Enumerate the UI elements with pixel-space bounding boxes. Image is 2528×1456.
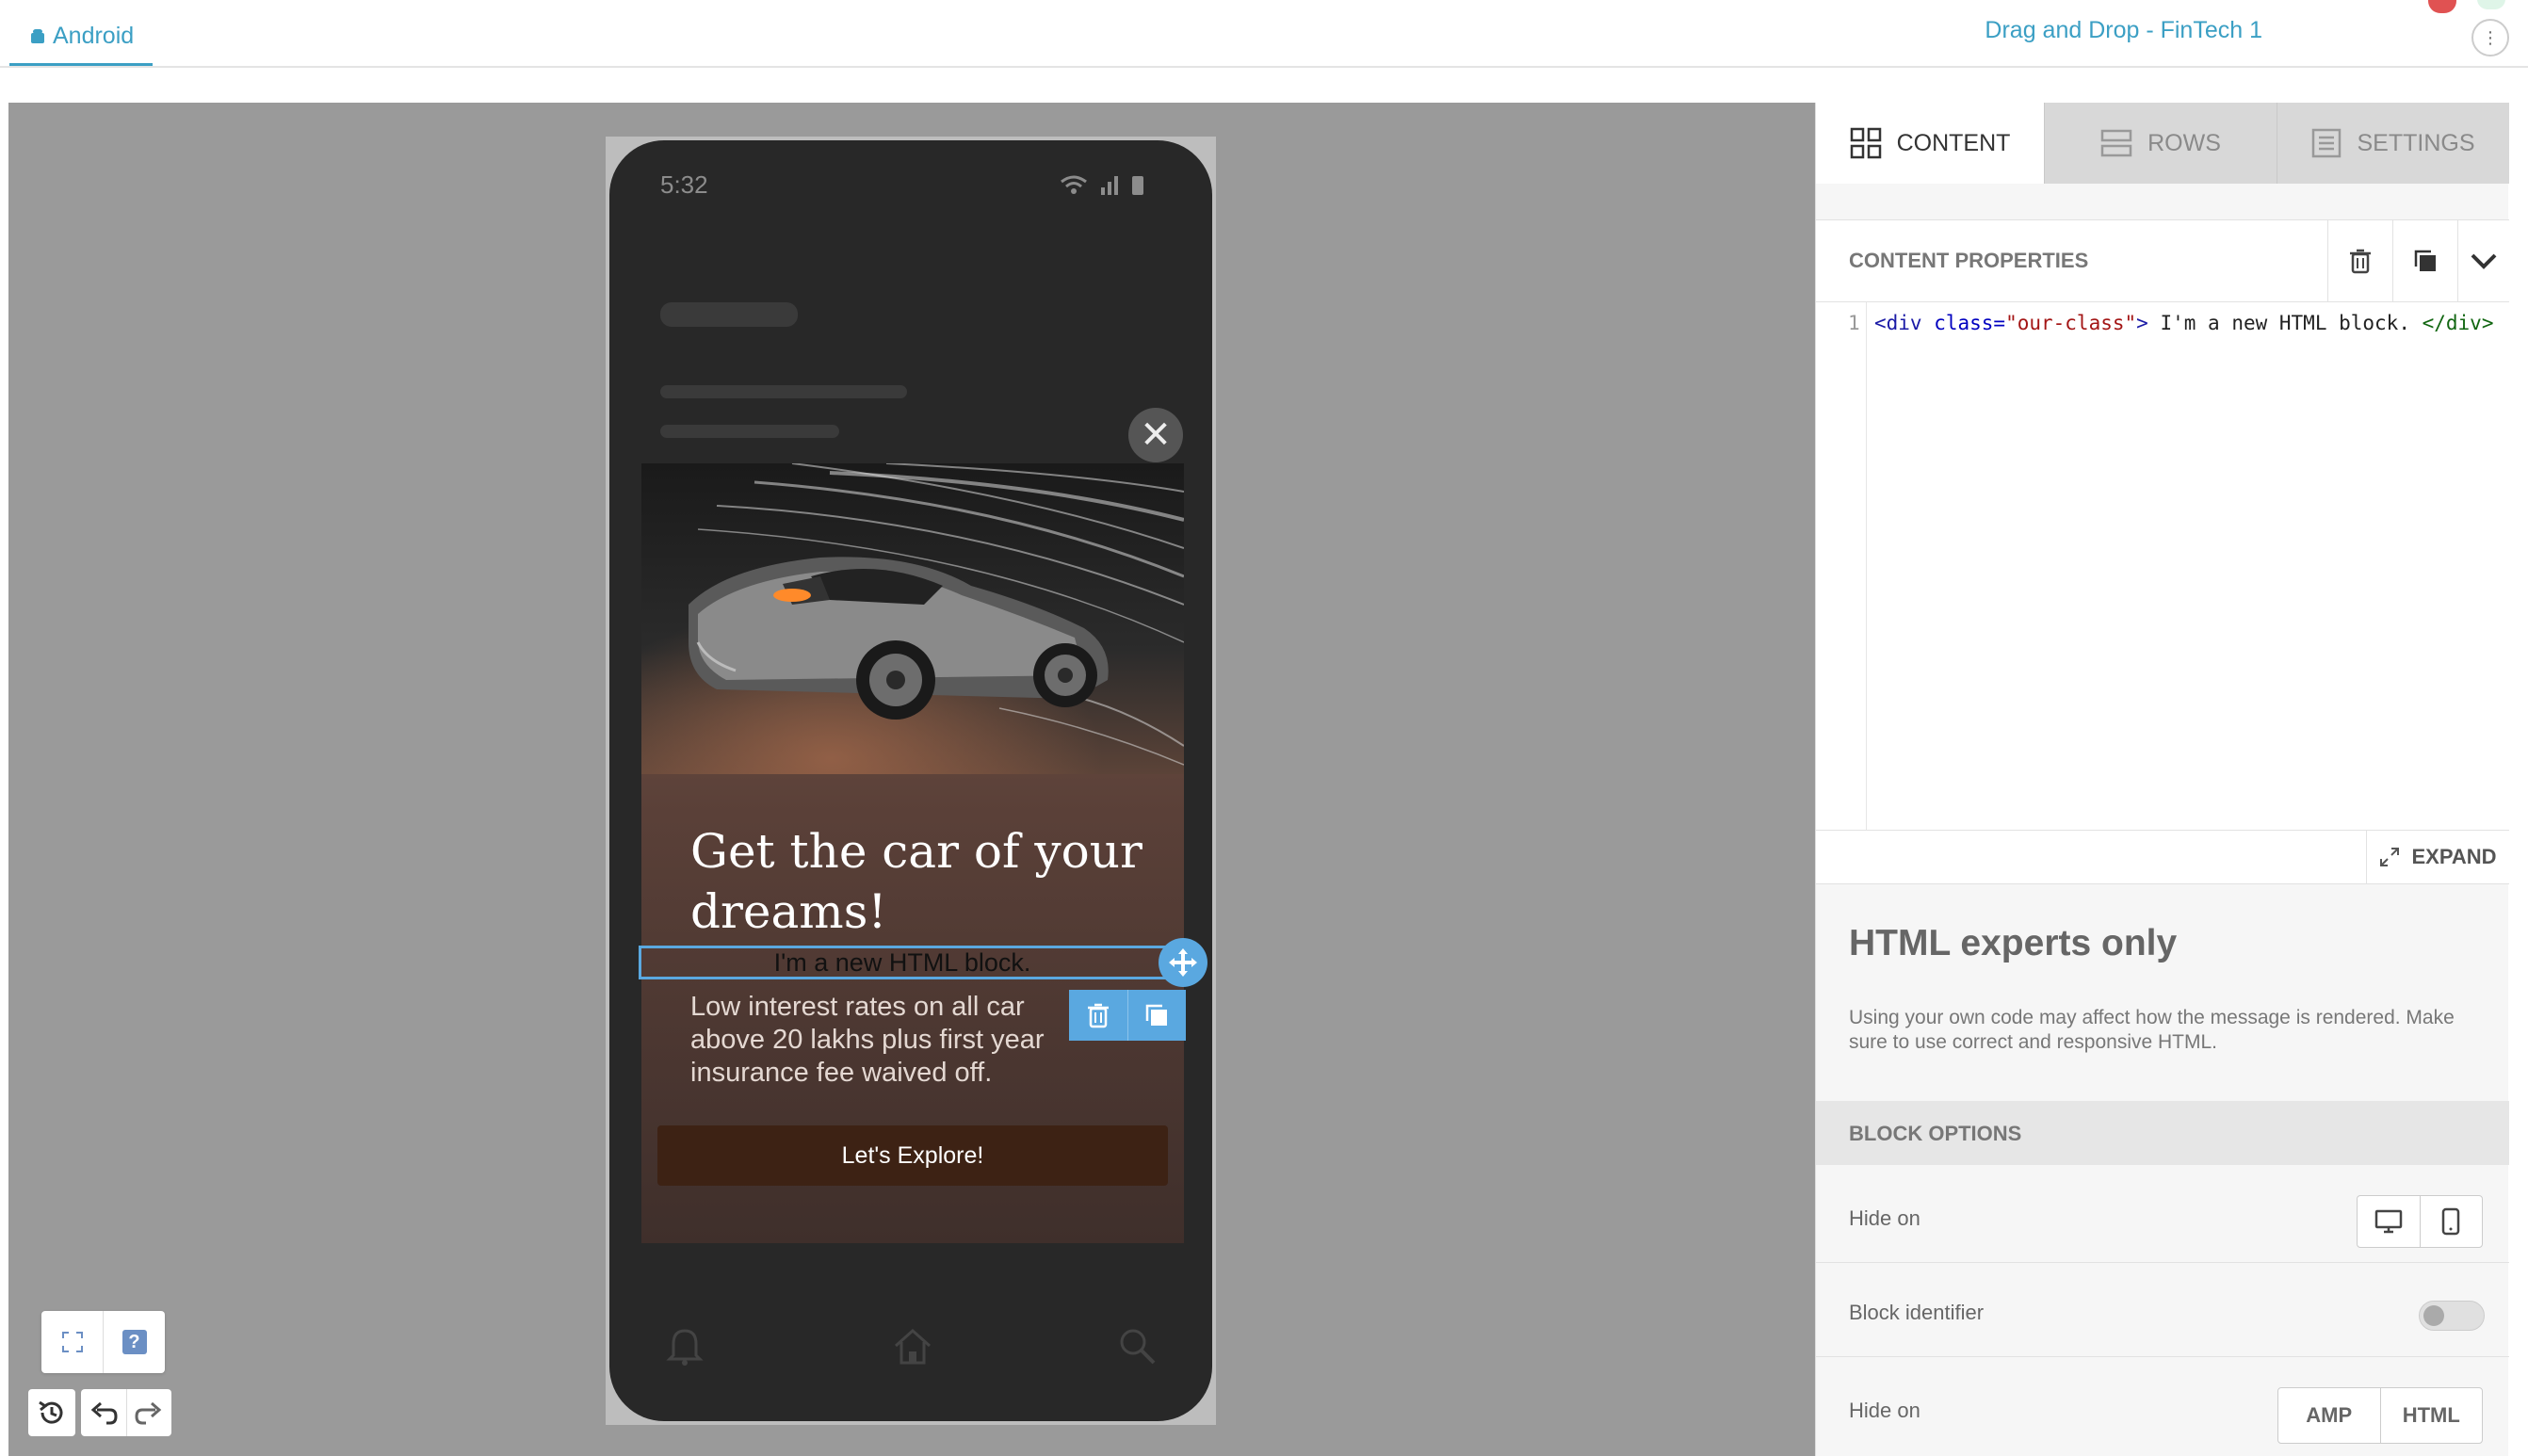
hide-on-format-label: Hide on [1849,1399,1920,1422]
redo-icon [135,1400,163,1425]
hide-on-mobile-button[interactable] [2419,1196,2483,1247]
warning-title: HTML experts only [1849,923,2178,963]
home-icon [892,1325,933,1367]
help-button[interactable]: ? [103,1311,165,1373]
top-bar: Android Drag and Drop - FinTech 1 ⋮ [0,0,2528,68]
expand-row: EXPAND [1816,830,2509,884]
collapse-button[interactable] [2457,220,2509,301]
settings-icon [2311,128,2342,158]
content-properties-header: CONTENT PROPERTIES [1816,219,2509,302]
block-identifier-label: Block identifier [1849,1301,1985,1324]
line-number: 1 [1848,312,1860,334]
hide-on-desktop-button[interactable] [2358,1196,2420,1247]
code-attr: class= [1934,312,2006,334]
warning-text: Using your own code may affect how the m… [1849,1007,2455,1053]
hide-on-label: Hide on [1849,1206,1920,1230]
search-icon [1116,1325,1158,1367]
skeleton-line [660,425,839,438]
more-options-button[interactable]: ⋮ [2471,19,2509,57]
expand-label: EXPAND [2411,845,2497,868]
battery-icon [1131,174,1144,195]
skeleton-title [660,302,798,327]
move-block-handle[interactable] [1159,938,1207,987]
grid-icon [1850,127,1882,159]
tab-android-label: Android [53,23,135,49]
duplicate-block-button[interactable] [1126,990,1187,1041]
mobile-icon [2441,1207,2460,1236]
code-line[interactable]: <div class="our-class"> I'm a new HTML b… [1874,312,2493,334]
lets-explore-button[interactable]: Let's Explore! [657,1125,1168,1186]
tab-settings-label: SETTINGS [2357,129,2475,156]
notification-badge[interactable] [2428,0,2456,13]
desktop-icon [2374,1209,2403,1234]
fullscreen-button[interactable] [41,1311,103,1373]
block-identifier-row: Block identifier [1816,1263,2509,1357]
block-options-header: BLOCK OPTIONS [1816,1101,2509,1165]
tab-android[interactable]: Android [9,9,154,66]
trash-icon [2348,248,2373,274]
undo-button[interactable] [81,1389,126,1436]
android-icon [28,27,47,46]
redo-button[interactable] [125,1389,172,1436]
content-properties-title: CONTENT PROPERTIES [1849,249,2089,272]
campaign-name[interactable]: Drag and Drop - FinTech 1 [1985,17,2262,44]
html-block-selected[interactable]: I'm a new HTML block. [639,946,1166,979]
expand-button[interactable]: EXPAND [2366,831,2509,883]
car-hero-image[interactable] [641,463,1184,774]
status-time: 5:32 [660,170,708,199]
hide-on-format-group: AMP HTML [2277,1387,2483,1444]
code-open-tag: <div [1874,312,1935,334]
popup-title[interactable]: Get the car of your dreams! [690,821,1161,942]
history-button[interactable] [28,1389,75,1436]
tab-rows-label: ROWS [2147,129,2221,156]
hide-on-device-group [2357,1195,2483,1248]
block-options-title: BLOCK OPTIONS [1849,1122,2022,1145]
tab-rows[interactable]: ROWS [2044,103,2277,184]
skeleton-line [660,385,907,398]
expand-icon [2379,847,2400,867]
toggle-knob [2423,1305,2444,1326]
undo-icon [89,1400,118,1425]
panel-tabs: CONTENT ROWS SETTINGS [1816,103,2509,184]
trash-icon [1086,1002,1110,1028]
editor-gutter: 1 [1816,302,1867,830]
popup-message: Get the car of your dreams! Low interest… [641,463,1184,1243]
code-editor[interactable]: 1 <div class="our-class"> I'm a new HTML… [1816,302,2509,830]
bell-icon [666,1325,704,1367]
block-actions-toolbar [1069,990,1186,1041]
tab-content[interactable]: CONTENT [1816,103,2044,184]
hide-on-html-button[interactable]: HTML [2379,1388,2483,1443]
delete-content-button[interactable] [2327,220,2392,301]
fullscreen-icon [61,1331,84,1353]
wifi-icon [1060,174,1088,195]
delete-block-button[interactable] [1069,990,1127,1041]
close-popup-button[interactable]: ✕ [1128,408,1183,462]
status-badge [2477,0,2505,9]
undo-redo-group [81,1389,171,1436]
block-identifier-toggle[interactable] [2419,1301,2485,1331]
popup-body[interactable]: Low interest rates on all car above 20 l… [690,991,1105,1090]
code-value: "our-class" [2005,312,2137,334]
move-arrows-icon [1167,946,1199,979]
code-close-tag: </div> [2422,312,2494,334]
duplicate-content-button[interactable] [2392,220,2457,301]
signal-icon [1099,174,1120,195]
canvas-tools: ? [41,1311,165,1373]
duplicate-icon [2412,248,2439,274]
history-icon [37,1398,67,1428]
rows-icon [2100,129,2132,157]
duplicate-icon [1143,1002,1170,1028]
tab-content-label: CONTENT [1896,129,2011,156]
hide-on-amp-button[interactable]: AMP [2278,1388,2380,1443]
code-gt: > [2136,312,2148,334]
properties-panel: CONTENT ROWS SETTINGS CONTENT PROPERTIES [1815,103,2509,1456]
code-text: I'm a new HTML block. [2147,312,2423,334]
chevron-down-icon [2470,251,2498,270]
help-icon: ? [122,1330,147,1354]
tab-settings[interactable]: SETTINGS [2277,103,2509,184]
